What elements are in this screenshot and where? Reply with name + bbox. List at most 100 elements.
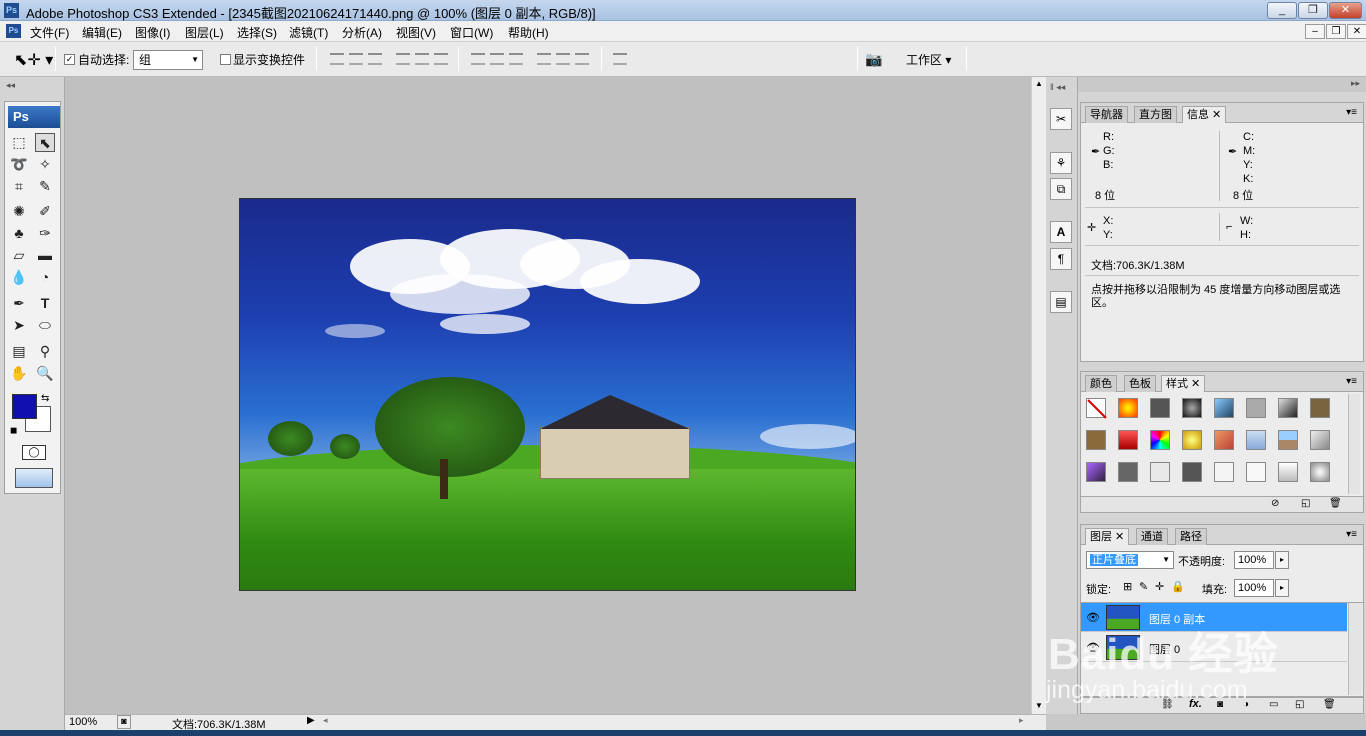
align-bottom-icon[interactable] bbox=[368, 53, 382, 65]
style-swatch[interactable] bbox=[1182, 430, 1202, 450]
tab-swatches[interactable]: 色板 bbox=[1124, 375, 1156, 392]
document-icon[interactable]: Ps bbox=[6, 24, 21, 38]
style-swatch[interactable] bbox=[1182, 398, 1202, 418]
style-swatch[interactable] bbox=[1278, 462, 1298, 482]
move-tool-preset-icon[interactable]: ⬉✛ ▾ bbox=[14, 50, 53, 70]
ellipse-tool-icon[interactable]: ⬭ bbox=[35, 316, 55, 335]
distribute-right-icon[interactable] bbox=[575, 53, 589, 65]
trash-icon[interactable]: 🗑 bbox=[1329, 498, 1342, 509]
menu-select[interactable]: 选择(S) bbox=[237, 24, 277, 41]
dock-grip-icon[interactable]: ‖ ◂◂ bbox=[1050, 82, 1065, 93]
style-swatch[interactable] bbox=[1118, 430, 1138, 450]
style-swatch[interactable] bbox=[1246, 398, 1266, 418]
style-swatch[interactable] bbox=[1246, 462, 1266, 482]
hand-tool-icon[interactable]: ✋ bbox=[9, 364, 29, 383]
vertical-scrollbar[interactable]: ▲ ▼ bbox=[1031, 77, 1046, 714]
pen-tool-icon[interactable]: ✒ bbox=[9, 294, 29, 313]
style-swatch[interactable] bbox=[1182, 462, 1202, 482]
tab-layers[interactable]: 图层 ✕ bbox=[1085, 528, 1130, 545]
distribute-hcenter-icon[interactable] bbox=[556, 53, 570, 65]
blend-mode-dropdown[interactable]: 正片叠底 ▼ bbox=[1086, 551, 1174, 569]
distribute-top-icon[interactable] bbox=[471, 53, 485, 65]
zoom-tool-icon[interactable]: 🔍 bbox=[35, 364, 55, 383]
tab-info[interactable]: 信息 ✕ bbox=[1182, 106, 1227, 123]
style-swatch[interactable] bbox=[1150, 430, 1170, 450]
gradient-tool-icon[interactable]: ▬ bbox=[35, 246, 55, 265]
swap-colors-icon[interactable]: ⇆ bbox=[41, 393, 49, 404]
eraser-tool-icon[interactable]: ▱ bbox=[9, 246, 29, 265]
move-tool-icon[interactable]: ⬉ bbox=[35, 133, 55, 152]
scroll-left-icon[interactable]: ◂ bbox=[323, 715, 328, 726]
status-menu-icon[interactable]: ◙ bbox=[117, 715, 131, 729]
style-swatch[interactable] bbox=[1246, 430, 1266, 450]
style-swatch[interactable] bbox=[1118, 398, 1138, 418]
style-swatch[interactable] bbox=[1150, 398, 1170, 418]
tab-color[interactable]: 颜色 bbox=[1085, 375, 1117, 392]
opacity-slider-button[interactable]: ▸ bbox=[1275, 551, 1289, 569]
styles-scrollbar[interactable] bbox=[1348, 394, 1360, 494]
trash-icon[interactable]: 🗑 bbox=[1323, 699, 1336, 710]
tab-styles[interactable]: 样式 ✕ bbox=[1161, 375, 1206, 392]
healing-brush-tool-icon[interactable]: ✺ bbox=[9, 202, 29, 221]
bridge-icon[interactable]: 📷 bbox=[865, 51, 882, 68]
style-swatch[interactable] bbox=[1214, 398, 1234, 418]
workspace-button[interactable]: 工作区 ▾ bbox=[906, 51, 951, 68]
collapse-icon[interactable]: ◂◂ bbox=[6, 80, 15, 91]
zoom-level[interactable]: 100% bbox=[69, 716, 97, 728]
doc-restore-button[interactable]: ❐ bbox=[1326, 24, 1346, 39]
style-swatch[interactable] bbox=[1118, 462, 1138, 482]
restore-button[interactable]: ❐ bbox=[1298, 2, 1328, 19]
tab-histogram[interactable]: 直方图 bbox=[1134, 106, 1177, 123]
lock-position-icon[interactable]: ✛ bbox=[1155, 580, 1164, 593]
lock-pixels-icon[interactable]: ✎ bbox=[1139, 580, 1148, 593]
fill-slider-button[interactable]: ▸ bbox=[1275, 579, 1289, 597]
marquee-tool-icon[interactable]: ⬚ bbox=[9, 133, 29, 152]
style-swatch[interactable] bbox=[1086, 462, 1106, 482]
menu-layer[interactable]: 图层(L) bbox=[185, 24, 224, 41]
fill-input[interactable]: 100% bbox=[1234, 579, 1274, 597]
auto-select-checkbox[interactable]: ✓ bbox=[64, 54, 75, 65]
blur-tool-icon[interactable]: 💧 bbox=[9, 268, 29, 287]
layers-scrollbar[interactable] bbox=[1348, 603, 1362, 695]
align-hcenter-icon[interactable] bbox=[415, 53, 429, 65]
style-swatch[interactable] bbox=[1310, 462, 1330, 482]
distribute-left-icon[interactable] bbox=[537, 53, 551, 65]
type-tool-icon[interactable]: T bbox=[35, 294, 55, 313]
notes-tool-icon[interactable]: ▤ bbox=[9, 342, 29, 361]
menu-filter[interactable]: 滤镜(T) bbox=[289, 24, 328, 41]
style-swatch[interactable] bbox=[1278, 430, 1298, 450]
clone-source-icon[interactable]: ⧉ bbox=[1050, 178, 1072, 200]
tab-channels[interactable]: 通道 bbox=[1136, 528, 1168, 545]
menu-edit[interactable]: 编辑(E) bbox=[82, 24, 122, 41]
scroll-right-icon[interactable]: ▸ bbox=[1019, 715, 1024, 726]
default-colors-icon[interactable]: ◼ bbox=[10, 425, 17, 436]
paragraph-icon[interactable]: ¶ bbox=[1050, 248, 1072, 270]
style-swatch[interactable] bbox=[1214, 462, 1234, 482]
new-group-icon[interactable]: ▭ bbox=[1269, 699, 1278, 710]
close-button[interactable]: ✕ bbox=[1329, 2, 1362, 19]
style-swatch[interactable] bbox=[1086, 430, 1106, 450]
style-none-swatch[interactable] bbox=[1086, 398, 1107, 419]
doc-minimize-button[interactable]: – bbox=[1305, 24, 1325, 39]
menu-view[interactable]: 视图(V) bbox=[396, 24, 436, 41]
menu-help[interactable]: 帮助(H) bbox=[508, 24, 549, 41]
character-icon[interactable]: A bbox=[1050, 221, 1072, 243]
history-brush-tool-icon[interactable]: ✑ bbox=[35, 224, 55, 243]
dodge-tool-icon[interactable]: ◔ bbox=[35, 268, 55, 287]
scroll-up-icon[interactable]: ▲ bbox=[1035, 79, 1043, 88]
distribute-bottom-icon[interactable] bbox=[509, 53, 523, 65]
tab-navigator[interactable]: 导航器 bbox=[1085, 106, 1128, 123]
layer-comps-icon[interactable]: ▤ bbox=[1050, 291, 1072, 313]
scroll-down-icon[interactable]: ▼ bbox=[1035, 701, 1043, 710]
doc-close-button[interactable]: ✕ bbox=[1347, 24, 1366, 39]
path-selection-tool-icon[interactable]: ➤ bbox=[9, 316, 29, 335]
align-vcenter-icon[interactable] bbox=[349, 53, 363, 65]
expand-icon[interactable]: ▸▸ bbox=[1351, 78, 1360, 89]
align-left-icon[interactable] bbox=[396, 53, 410, 65]
style-swatch[interactable] bbox=[1310, 430, 1330, 450]
lock-all-icon[interactable]: 🔒 bbox=[1171, 580, 1185, 593]
brushes-icon[interactable]: ⚘ bbox=[1050, 152, 1072, 174]
auto-align-icon[interactable] bbox=[613, 53, 627, 65]
clone-stamp-tool-icon[interactable]: ♣ bbox=[9, 224, 29, 243]
menu-analysis[interactable]: 分析(A) bbox=[342, 24, 382, 41]
